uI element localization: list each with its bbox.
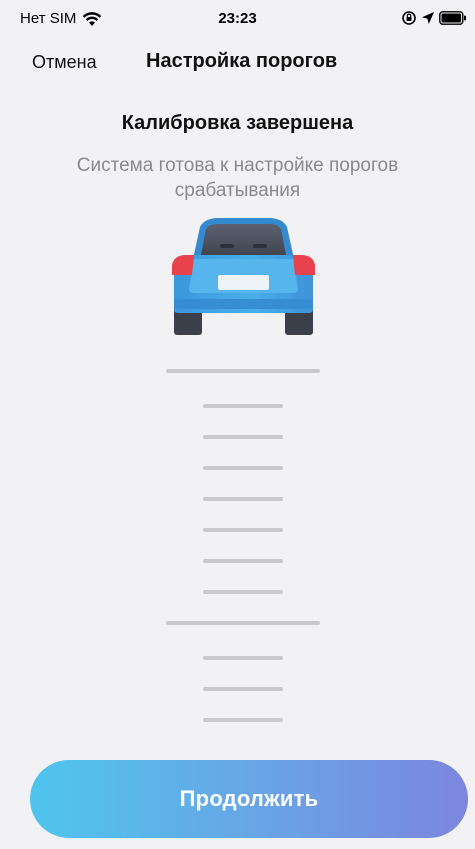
car-rear-icon bbox=[160, 213, 327, 338]
ruler-tick-short bbox=[203, 466, 283, 470]
ruler-tick-short bbox=[203, 656, 283, 660]
cancel-button[interactable]: Отмена bbox=[32, 52, 97, 73]
ruler-tick-short bbox=[203, 687, 283, 691]
status-bar: Нет SIM 23:23 bbox=[0, 0, 475, 40]
ruler-tick-short bbox=[203, 404, 283, 408]
ruler-tick-long bbox=[166, 621, 320, 625]
page-title: Настройка порогов bbox=[146, 50, 338, 72]
orientation-lock-icon bbox=[401, 10, 417, 31]
battery-icon bbox=[439, 11, 467, 30]
ruler-tick-short bbox=[203, 528, 283, 532]
ruler-tick-long bbox=[166, 369, 320, 373]
ruler-tick-short bbox=[203, 497, 283, 501]
continue-button-label: Продолжить bbox=[179, 786, 319, 811]
continue-button[interactable]: Продолжить bbox=[30, 760, 468, 838]
ruler-tick-short bbox=[203, 435, 283, 439]
location-arrow-icon bbox=[421, 11, 435, 30]
ruler-tick-short bbox=[203, 590, 283, 594]
calibration-subtitle: Система готова к настройке порогов сраба… bbox=[76, 155, 399, 201]
navigation-bar: Отмена Настройка порогов bbox=[0, 40, 475, 84]
calibration-headline: Калибровка завершена bbox=[121, 112, 354, 134]
status-icons bbox=[401, 10, 467, 31]
ruler-tick-short bbox=[203, 718, 283, 722]
ruler-tick-short bbox=[203, 559, 283, 563]
